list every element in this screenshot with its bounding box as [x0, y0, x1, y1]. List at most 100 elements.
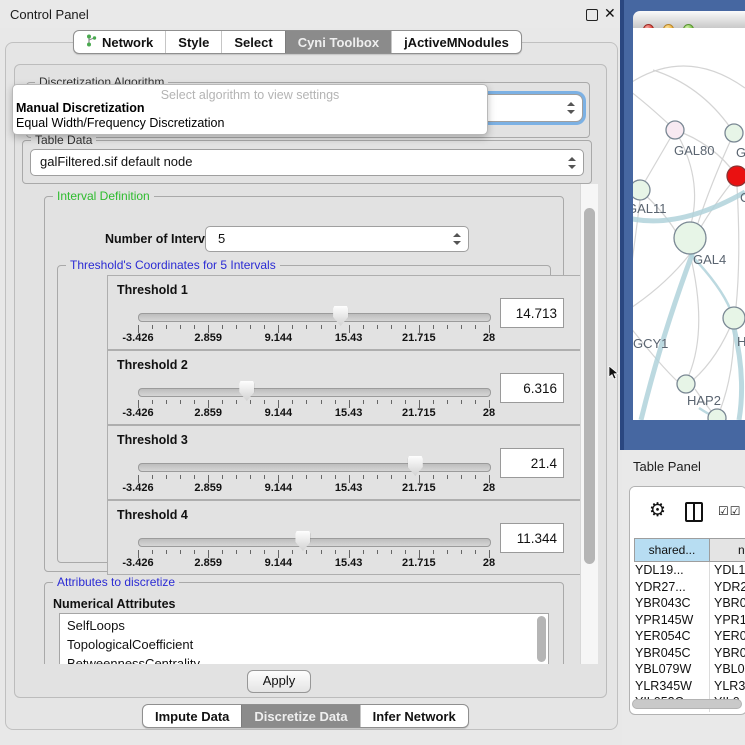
- tab-cyni-toolbox[interactable]: Cyni Toolbox: [285, 31, 391, 53]
- threshold-value-field[interactable]: 21.4: [500, 448, 564, 478]
- threshold-value-field[interactable]: 6.316: [500, 373, 564, 403]
- table-panel-title: Table Panel: [633, 459, 701, 474]
- tab-infer-network[interactable]: Infer Network: [360, 705, 468, 727]
- network-edge: [633, 200, 640, 310]
- slider-track[interactable]: [138, 538, 491, 547]
- cell-name: YPR1: [714, 613, 745, 627]
- attributes-list-scrollbar[interactable]: [537, 616, 546, 662]
- table-row[interactable]: YBL079WYBL0: [630, 661, 745, 678]
- split-view-icon[interactable]: [685, 502, 703, 522]
- cell-shared-name: YBR043C: [635, 596, 691, 610]
- network-node-green[interactable]: [633, 180, 650, 200]
- table-data-select[interactable]: galFiltered.sif default node: [30, 149, 584, 176]
- bottom-tab-bar: Impute Data Discretize Data Infer Network: [142, 704, 469, 728]
- tab-label: jActiveMNodules: [404, 35, 509, 50]
- tab-impute-data[interactable]: Impute Data: [143, 705, 241, 727]
- tab-label: Impute Data: [155, 709, 229, 724]
- table-row[interactable]: YBR043CYBR0: [630, 595, 745, 612]
- network-node-green[interactable]: [677, 375, 695, 393]
- number-of-intervals-select[interactable]: 5: [205, 226, 469, 252]
- settings-viewport: Interval Definition Number of Intervals …: [18, 184, 580, 664]
- tab-network[interactable]: Network: [74, 31, 165, 53]
- table-hscrollbar[interactable]: [632, 699, 742, 709]
- cell-name: YDR2: [714, 580, 745, 594]
- table-row[interactable]: YDL19...YDL1: [630, 562, 745, 579]
- attribute-item[interactable]: TopologicalCoefficient: [67, 637, 193, 652]
- combo-arrows-icon: [568, 157, 576, 169]
- cell-name: YLR3: [714, 679, 745, 693]
- tab-label: Network: [102, 35, 153, 50]
- cell-shared-name: YBL079W: [635, 662, 691, 676]
- number-of-intervals-value: 5: [218, 231, 225, 246]
- slider-track[interactable]: [138, 388, 491, 397]
- network-node-green[interactable]: [725, 124, 743, 142]
- dropdown-item[interactable]: Equal Width/Frequency Discretization: [16, 116, 224, 130]
- threshold-box: Threshold 2 -3.4262.8599.14415.4321.71528…: [107, 350, 580, 425]
- tab-label: Select: [234, 35, 272, 50]
- panel-vscrollbar-thumb[interactable]: [584, 208, 595, 564]
- network-node-green[interactable]: [674, 222, 706, 254]
- threshold-label: Threshold 3: [117, 433, 188, 447]
- column-header[interactable]: n: [709, 538, 745, 562]
- numerical-attributes-list[interactable]: SelfLoops TopologicalCoefficient Betweenne…: [59, 613, 549, 664]
- attribute-item[interactable]: BetweennessCentrality: [67, 656, 200, 664]
- threshold-label: Threshold 2: [117, 358, 188, 372]
- network-edge: [689, 254, 699, 375]
- screen: Control Panel ✕ NetworkStyleSelectCyni T…: [0, 0, 745, 745]
- table-toolbar: ⚙ ☑☑: [630, 487, 745, 538]
- cell-name: YER0: [714, 629, 745, 643]
- network-canvas[interactable]: GAL80GACGAL11GAL4GCY1HHAP2: [633, 28, 745, 420]
- dropdown-item[interactable]: Manual Discretization: [16, 101, 145, 115]
- slider-track[interactable]: [138, 463, 491, 472]
- column-divider: [709, 562, 710, 712]
- float-icon[interactable]: [586, 9, 598, 21]
- node-label: GCY1: [633, 336, 668, 351]
- slider-thumb[interactable]: [333, 306, 348, 326]
- table-row[interactable]: YPR145WYPR1: [630, 612, 745, 629]
- cell-shared-name: YDL19...: [635, 563, 684, 577]
- dropdown-prompt: Select algorithm to view settings: [13, 88, 487, 102]
- network-node-green[interactable]: [723, 307, 745, 329]
- attribute-item[interactable]: SelfLoops: [67, 618, 125, 633]
- checkbox-icons[interactable]: ☑☑: [718, 504, 742, 518]
- column-header[interactable]: shared...: [634, 538, 710, 562]
- threshold-box: Threshold 4-3.4262.8599.14415.4321.71528…: [107, 500, 580, 575]
- tab-label: Cyni Toolbox: [298, 35, 379, 50]
- slider-scale-labels: -3.4262.8599.14415.4321.71528: [138, 407, 490, 419]
- network-node-red[interactable]: [727, 166, 745, 186]
- table-data-label: Table Data: [31, 133, 96, 147]
- threshold-value-field[interactable]: 14.713: [500, 298, 564, 328]
- tab-select[interactable]: Select: [221, 31, 284, 53]
- network-window-frame-edge: [620, 0, 624, 450]
- attributes-group: Attributes to discretize Numerical Attri…: [44, 582, 564, 664]
- apply-button[interactable]: Apply: [247, 670, 311, 693]
- table-row[interactable]: YBR045CYBR0: [630, 645, 745, 662]
- network-node-pink[interactable]: [666, 121, 684, 139]
- slider-thumb[interactable]: [295, 531, 310, 551]
- interval-definition-label: Interval Definition: [53, 189, 154, 203]
- table-row[interactable]: YER054CYER0: [630, 628, 745, 645]
- gear-icon[interactable]: ⚙: [649, 499, 666, 522]
- tab-style[interactable]: Style: [165, 31, 221, 53]
- tab-discretize-data[interactable]: Discretize Data: [241, 705, 359, 727]
- table-row[interactable]: YDR27...YDR2: [630, 579, 745, 596]
- mouse-cursor: [608, 366, 620, 380]
- tab-jactivemnodules[interactable]: jActiveMNodules: [391, 31, 521, 53]
- threshold-value-field[interactable]: 11.344: [500, 523, 564, 553]
- threshold-box: Threshold 1-3.4262.8599.14415.4321.71528…: [107, 275, 580, 350]
- table-row[interactable]: YLR345WYLR3: [630, 678, 745, 695]
- slider-scale-labels: -3.4262.8599.14415.4321.71528: [138, 482, 490, 494]
- tab-label: Discretize Data: [254, 709, 347, 724]
- cell-shared-name: YBR045C: [635, 646, 691, 660]
- network-window-titlebar: [633, 11, 745, 29]
- panel-vscrollbar-track[interactable]: [580, 184, 598, 664]
- thresholds-group-label: Threshold's Coordinates for 5 Intervals: [66, 258, 280, 272]
- slider-thumb[interactable]: [408, 456, 423, 476]
- slider-thumb[interactable]: [239, 381, 254, 401]
- network-edge: [653, 70, 734, 133]
- threshold-label: Threshold 4: [117, 508, 188, 522]
- interval-definition-group: Interval Definition Number of Intervals …: [44, 196, 564, 572]
- close-icon[interactable]: ✕: [604, 5, 616, 22]
- slider-track[interactable]: [138, 313, 491, 322]
- node-label: GAL80: [674, 143, 714, 158]
